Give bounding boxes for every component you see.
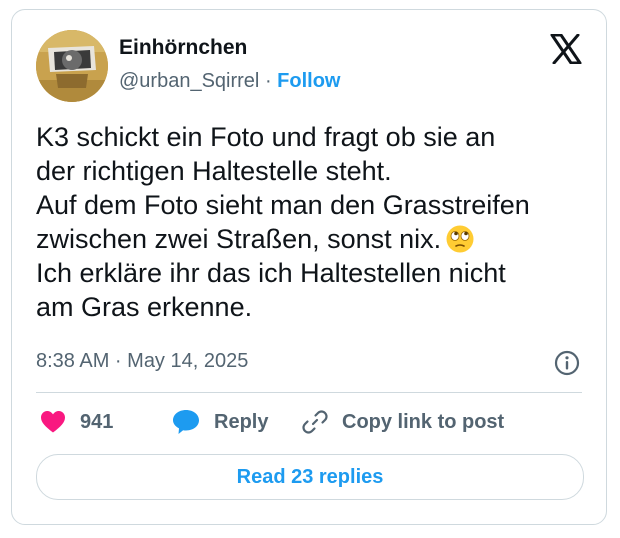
embedded-post-card: Einhörnchen @urban_Sqirrel · Follow K3 s…	[11, 9, 607, 525]
avatar-image	[36, 30, 108, 102]
face-with-rolling-eyes-icon	[446, 225, 474, 253]
read-replies-button[interactable]: Read 23 replies	[36, 454, 584, 500]
link-icon	[302, 410, 328, 434]
speech-bubble-icon	[173, 410, 199, 434]
display-name[interactable]: Einhörnchen	[119, 36, 247, 60]
reply-label: Reply	[214, 410, 269, 433]
separator-dot: ·	[264, 70, 272, 92]
like-button[interactable]: 941	[40, 406, 113, 438]
user-handle[interactable]: @urban_Sqirrel	[119, 70, 259, 92]
post-text-part-2: Ich erkläre ihr das ich Haltestellen nic…	[36, 258, 506, 322]
copy-link-label: Copy link to post	[342, 410, 505, 433]
info-icon[interactable]	[554, 350, 580, 376]
copy-link-button[interactable]: Copy link to post	[302, 406, 504, 438]
reply-button[interactable]: Reply	[172, 406, 268, 438]
heart-icon	[41, 411, 65, 433]
action-bar: 941 Reply Copy link to post	[36, 406, 596, 438]
avatar[interactable]	[36, 30, 108, 102]
handle-row: @urban_Sqirrel · Follow	[119, 70, 341, 93]
post-timestamp[interactable]: 8:38 AM · May 14, 2025	[36, 350, 248, 373]
post-text: K3 schickt ein Foto und fragt ob sie an …	[36, 120, 596, 324]
follow-button[interactable]: Follow	[277, 70, 340, 92]
x-logo-icon[interactable]	[550, 34, 582, 64]
divider	[36, 392, 582, 393]
like-count: 941	[80, 410, 114, 433]
